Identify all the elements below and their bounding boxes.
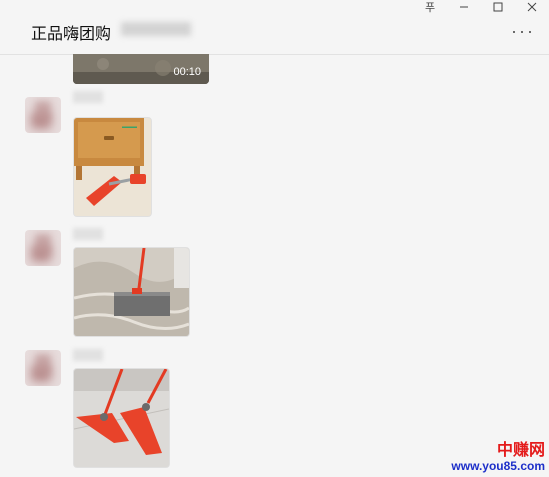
sender-name-redacted <box>73 349 103 361</box>
close-icon <box>527 2 537 12</box>
close-button[interactable] <box>515 0 549 14</box>
image-message[interactable] <box>73 247 190 337</box>
avatar[interactable] <box>25 350 61 386</box>
window-controls: 푸 <box>413 0 549 14</box>
avatar[interactable] <box>25 97 61 133</box>
sender-name-redacted <box>73 228 103 240</box>
image-message[interactable]: ▬▬▬ <box>73 117 152 217</box>
minimize-button[interactable] <box>447 0 481 14</box>
mop-on-carpet-image <box>74 248 189 336</box>
image-message[interactable] <box>73 368 170 468</box>
maximize-button[interactable] <box>481 0 515 14</box>
video-duration: 00:10 <box>173 66 201 78</box>
pin-button[interactable]: 푸 <box>413 0 447 14</box>
pin-icon: 푸 <box>424 2 436 14</box>
watermark-brand: 中赚网 <box>496 440 545 459</box>
maximize-icon <box>493 2 503 12</box>
avatar[interactable] <box>25 230 61 266</box>
minimize-icon <box>460 6 468 8</box>
two-mops-image <box>74 369 169 467</box>
more-options-button[interactable]: ··· <box>511 22 535 40</box>
sender-name-redacted <box>73 91 103 103</box>
chat-title: 正品嗨团购 <box>31 24 112 43</box>
svg-text:▬▬▬: ▬▬▬ <box>122 124 137 130</box>
mop-under-cabinet-image: ▬▬▬ <box>74 118 151 216</box>
title-blur-redaction <box>121 22 191 36</box>
video-message[interactable]: 00:10 <box>73 54 209 84</box>
site-watermark: 中赚网 www.you85.com <box>451 440 545 474</box>
watermark-url: www.you85.com <box>451 459 545 473</box>
